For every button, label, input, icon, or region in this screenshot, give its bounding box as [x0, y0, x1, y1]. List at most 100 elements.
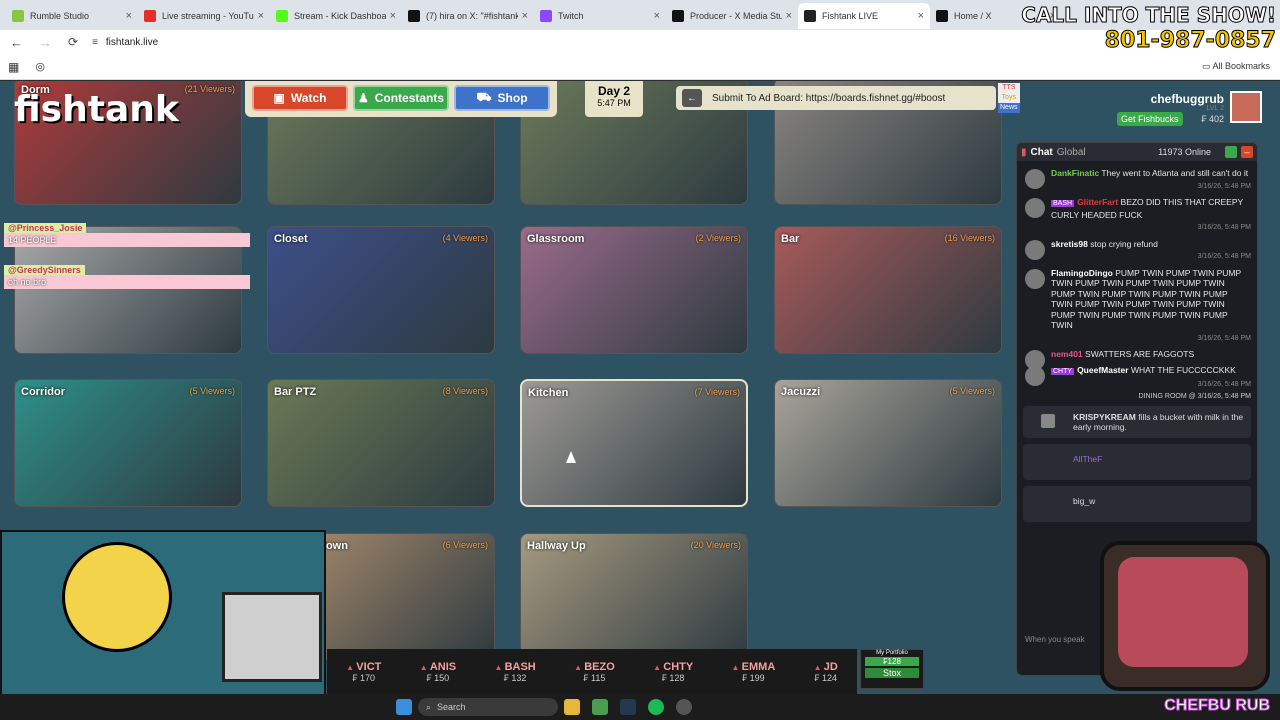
arrow-left-icon[interactable]: ← [682, 89, 702, 107]
browser-tab[interactable]: Twitch × [534, 3, 666, 29]
avatar[interactable] [1025, 268, 1045, 289]
close-icon[interactable]: × [126, 10, 132, 22]
tab-label: Producer - X Media Stu [690, 11, 782, 21]
spotify-icon[interactable] [648, 699, 664, 715]
camera-name: Bar [781, 233, 800, 245]
chat-username[interactable]: QueefMaster [1077, 365, 1129, 375]
shop-button[interactable]: ⛟ Shop [454, 85, 550, 111]
camera-tile[interactable]: Hallway Up (20 Viewers) [520, 533, 748, 661]
stock-item[interactable]: ▲ ANIS ₣ 150 [420, 661, 456, 683]
camera-tile[interactable]: Corridor (5 Viewers) [14, 379, 242, 507]
chat-username[interactable]: DankFinatic [1051, 168, 1099, 178]
chat-username[interactable]: skretis98 [1051, 239, 1088, 249]
stock-price: ₣ 128 [661, 672, 685, 683]
arrow-up-icon: ▲ [346, 662, 357, 672]
alert-text: oh no bro [4, 275, 250, 289]
forward-icon[interactable]: → [39, 35, 52, 50]
tab-favicon-icon [12, 10, 24, 22]
close-icon[interactable]: × [654, 10, 660, 22]
apps-icon[interactable]: ▦ [8, 60, 19, 74]
tab-favicon-icon [804, 10, 816, 22]
stock-name: BEZO [584, 660, 615, 673]
stock-ticker: ▲ VICT ₣ 170 ▲ ANIS ₣ 150 ▲ BASH ₣ 132 ▲ BEZO ₣… [327, 649, 857, 694]
all-bookmarks[interactable]: ▭ All Bookmarks [1202, 61, 1270, 72]
stox-button[interactable]: Stox [865, 668, 919, 678]
browser-tab[interactable]: Producer - X Media Stu × [666, 3, 798, 29]
watch-button[interactable]: ▣ Watch [252, 85, 348, 111]
stock-item[interactable]: ▲ EMMA ₣ 199 [732, 661, 776, 683]
site-logo[interactable]: fishtank [14, 89, 179, 130]
arrow-up-icon: ▲ [731, 662, 742, 672]
browser-tab[interactable]: Fishtank LIVE × [798, 3, 930, 29]
avatar[interactable] [1230, 91, 1262, 123]
stock-item[interactable]: ▲ BASH ₣ 132 [494, 661, 535, 683]
avatar[interactable] [1025, 365, 1045, 386]
camera-tile[interactable]: Bar PTZ (8 Viewers) [267, 379, 495, 507]
username[interactable]: chefbuggrub [1151, 92, 1224, 106]
stock-name: EMMA [741, 660, 776, 673]
explorer-icon[interactable] [564, 699, 580, 715]
chat-bubble-icon: ▮ [1021, 146, 1027, 158]
arrow-up-icon: ▲ [653, 662, 664, 672]
chat-timestamp: 3/16/26, 5:48 PM [1197, 381, 1251, 388]
viewer-count: (20 Viewers) [690, 540, 741, 550]
close-icon[interactable]: × [522, 10, 528, 22]
get-fishbucks-button[interactable]: Get Fishbucks [1117, 112, 1183, 126]
chat-scope[interactable]: Global [1057, 147, 1086, 158]
camera-tile[interactable]: Bar (16 Viewers) [774, 226, 1002, 354]
reload-icon[interactable]: ⟳ [68, 35, 78, 49]
browser-tab[interactable]: Rumble Studio × [6, 3, 138, 29]
steam-icon[interactable] [620, 699, 636, 715]
stock-item[interactable]: ▲ BEZO ₣ 115 [574, 661, 615, 683]
browser-tab[interactable]: Stream - Kick Dashboa × [270, 3, 402, 29]
browser-tab[interactable]: (7) hira on X: "#fishtank × [402, 3, 534, 29]
site-info-icon[interactable]: ≡ [92, 37, 98, 48]
camera-tile[interactable]: Closet (4 Viewers) [267, 226, 495, 354]
url-field[interactable]: fishtank.live [106, 37, 158, 48]
close-icon[interactable]: × [918, 10, 924, 22]
obs-icon[interactable] [676, 699, 692, 715]
chat-username[interactable]: GlitterFart [1077, 197, 1118, 207]
news-link[interactable]: News [998, 103, 1020, 113]
stock-item[interactable]: ▲ CHTY ₣ 128 [653, 661, 693, 683]
chat-username[interactable]: FlamingoDingo [1051, 268, 1113, 278]
chrome-icon[interactable] [592, 699, 608, 715]
viewer-count: (4 Viewers) [442, 233, 488, 243]
close-icon[interactable]: × [258, 10, 264, 22]
stock-name: BASH [504, 660, 536, 673]
alert-user: @Princess_Josie [4, 223, 87, 233]
back-icon[interactable]: ← [10, 35, 23, 50]
tab-label: Stream - Kick Dashboa [294, 11, 386, 21]
viewer-count: (7 Viewers) [694, 387, 740, 397]
stock-price: ₣ 150 [426, 672, 450, 683]
close-icon[interactable]: × [390, 10, 396, 22]
camera-tile[interactable]: Glassroom (2 Viewers) [520, 226, 748, 354]
chat-username[interactable]: nem401 [1051, 349, 1083, 359]
tab-label: Live streaming - YouTu [162, 11, 254, 21]
os-taskbar: ⌕ Search CHEFBU RUB [0, 694, 1280, 720]
team-badge: BASH [1051, 200, 1075, 207]
camera-name: Corridor [21, 386, 65, 398]
tts-link[interactable]: TTS [998, 83, 1020, 93]
toys-link[interactable]: Toys [998, 93, 1020, 103]
close-icon[interactable]: × [786, 10, 792, 22]
camera-tile[interactable]: Jacuzzi (5 Viewers) [774, 379, 1002, 507]
taskbar-search[interactable]: ⌕ Search [418, 698, 558, 716]
contestants-button[interactable]: ♟ Contestants [353, 85, 449, 111]
chat-close-icon[interactable]: – [1241, 146, 1253, 158]
camera-tile[interactable]: Kitchen (7 Viewers) [520, 379, 748, 507]
avatar[interactable] [1025, 198, 1045, 218]
stock-item[interactable]: ▲ VICT ₣ 170 [346, 661, 381, 683]
chat-message: CHTY QueefMaster WHAT THE FUCCCCCKKK 3/16/… [1017, 362, 1257, 393]
extension-icon[interactable]: ◎ [35, 60, 45, 73]
chat-expand-icon[interactable] [1225, 146, 1237, 158]
windows-start-icon[interactable] [396, 699, 412, 715]
avatar[interactable] [1025, 169, 1045, 189]
ad-board[interactable]: ← Submit To Ad Board: https://boards.fis… [676, 86, 996, 110]
chat-text: stop crying refund [1090, 238, 1158, 249]
avatar[interactable] [1025, 239, 1045, 260]
team-badge: CHTY [1051, 367, 1075, 375]
browser-tab[interactable]: Live streaming - YouTu × [138, 3, 270, 29]
stock-item[interactable]: ▲ JD ₣ 124 [814, 661, 838, 683]
tv-icon: ▣ [273, 91, 285, 105]
